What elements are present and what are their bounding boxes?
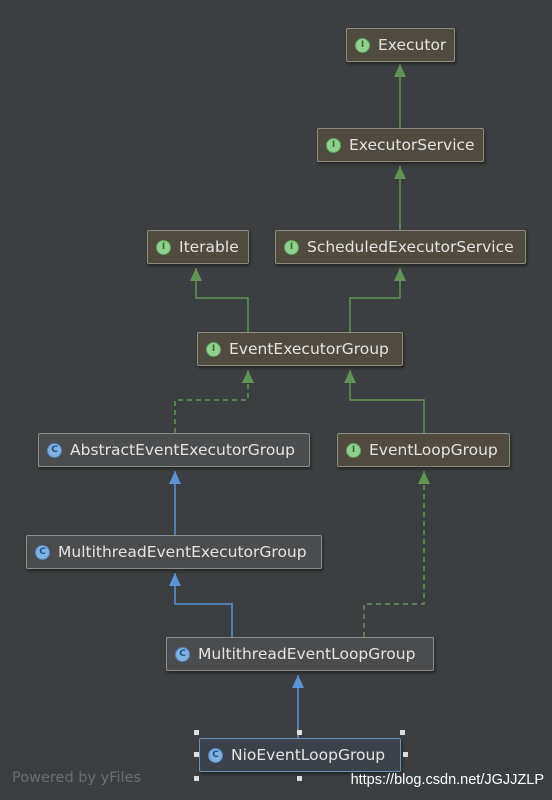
edge-multithreadexecutor-abstract-arrowhead <box>169 471 181 484</box>
node-label: EventLoopGroup <box>369 441 498 459</box>
selection-handle[interactable] <box>194 776 199 781</box>
edge-eventexecutorgroup-iterable <box>195 268 249 332</box>
abstract-class-icon: C <box>175 646 190 662</box>
node-multithread-event-loop-group[interactable]: C MultithreadEventLoopGroup <box>166 637 434 671</box>
node-event-loop-group[interactable]: I EventLoopGroup <box>337 433 510 467</box>
node-executor[interactable]: I Executor <box>346 28 455 62</box>
node-label: AbstractEventExecutorGroup <box>70 441 295 459</box>
selection-handle[interactable] <box>297 776 302 781</box>
edge-eventloopgroup-eventexecutorgroup-arrowhead <box>344 370 356 383</box>
node-multithread-event-executor-group[interactable]: C MultithreadEventExecutorGroup <box>26 535 322 569</box>
node-label: EventExecutorGroup <box>229 340 389 358</box>
edge-eventexecutorgroup-scheduled-arrowhead <box>394 268 406 281</box>
interface-icon: I <box>206 341 221 357</box>
selection-handle[interactable] <box>194 752 199 757</box>
edge-abstract-eventexecutorgroup-arrowhead <box>242 370 254 383</box>
node-iterable[interactable]: I Iterable <box>147 230 249 264</box>
node-label: ScheduledExecutorService <box>307 238 514 256</box>
edge-nio-multithreadloop-arrowhead <box>292 675 304 688</box>
class-icon: C <box>208 747 223 763</box>
node-label: Executor <box>378 36 447 54</box>
node-nio-event-loop-group[interactable]: C NioEventLoopGroup <box>199 738 401 772</box>
source-credit: https://blog.csdn.net/JGJJZLP <box>350 772 544 788</box>
node-event-executor-group[interactable]: I EventExecutorGroup <box>197 332 403 366</box>
edge-scheduled-executorservice-arrowhead <box>394 166 406 179</box>
abstract-class-icon: C <box>35 544 50 560</box>
node-scheduled-executor-service[interactable]: I ScheduledExecutorService <box>275 230 526 264</box>
interface-icon: I <box>326 137 341 153</box>
selection-handle[interactable] <box>194 730 199 735</box>
node-label: MultithreadEventLoopGroup <box>198 645 416 663</box>
node-abstract-event-executor-group[interactable]: C AbstractEventExecutorGroup <box>38 433 310 467</box>
edge-abstract-eventexecutorgroup <box>174 370 249 433</box>
edge-eventloopgroup-eventexecutorgroup <box>349 370 425 433</box>
edge-multithreadloop-eventloopgroup-arrowhead <box>418 471 430 484</box>
abstract-class-icon: C <box>47 442 62 458</box>
interface-icon: I <box>346 442 361 458</box>
selection-handle[interactable] <box>297 730 302 735</box>
edges-layer <box>169 64 430 738</box>
node-executor-service[interactable]: I ExecutorService <box>317 128 484 162</box>
selection-handle[interactable] <box>403 752 408 757</box>
yfiles-watermark: Powered by yFiles <box>12 770 142 786</box>
node-label: Iterable <box>179 238 239 256</box>
interface-icon: I <box>284 239 299 255</box>
edge-multithreadloop-multithreadexecutor-arrowhead <box>169 573 181 586</box>
node-label: ExecutorService <box>349 136 475 154</box>
edge-executorservice-executor-arrowhead <box>394 64 406 77</box>
interface-icon: I <box>156 239 171 255</box>
node-label: NioEventLoopGroup <box>231 746 386 764</box>
edge-eventexecutorgroup-iterable-arrowhead <box>190 268 202 281</box>
node-label: MultithreadEventExecutorGroup <box>58 543 307 561</box>
edge-multithreadloop-multithreadexecutor <box>174 573 233 637</box>
edge-eventexecutorgroup-scheduled <box>349 268 401 332</box>
interface-icon: I <box>355 37 370 53</box>
selection-handle[interactable] <box>400 730 405 735</box>
edge-multithreadloop-eventloopgroup <box>363 471 425 637</box>
